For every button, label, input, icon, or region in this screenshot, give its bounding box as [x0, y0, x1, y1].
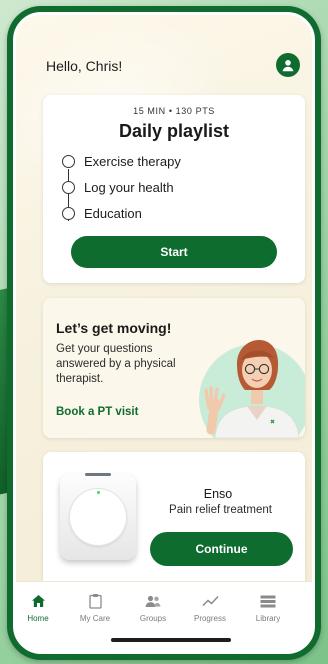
enso-name: Enso	[203, 487, 233, 501]
enso-device-image	[60, 473, 136, 560]
continue-button[interactable]: Continue	[150, 532, 293, 566]
device-status-led	[97, 491, 100, 494]
trend-icon	[201, 595, 219, 607]
tab-my-care[interactable]: My Care	[67, 592, 123, 623]
user-icon	[282, 60, 294, 72]
device-dial	[69, 488, 127, 546]
tab-label: Home	[27, 614, 49, 623]
book-pt-visit-link[interactable]: Book a PT visit	[56, 406, 138, 418]
task-label: Exercise therapy	[84, 154, 181, 169]
playlist-meta: 15 MIN • 130 PTS	[133, 106, 215, 116]
physical-therapist-illustration	[199, 340, 305, 438]
home-icon	[31, 595, 45, 607]
library-icon	[260, 595, 276, 607]
tab-progress[interactable]: Progress	[182, 592, 238, 623]
tab-label: My Care	[79, 614, 111, 623]
groups-icon	[145, 595, 161, 607]
playlist-title: Daily playlist	[118, 121, 230, 141]
checkbox-circle-icon	[62, 207, 75, 220]
task-item-exercise[interactable]: Exercise therapy	[62, 154, 181, 169]
tab-label: Library	[255, 614, 281, 623]
get-moving-card: Let’s get moving! Get your questions ans…	[43, 298, 305, 438]
tab-label: Progress	[193, 614, 226, 623]
get-moving-title: Let’s get moving!	[56, 320, 172, 336]
device-top-bar	[85, 473, 111, 476]
profile-avatar-button[interactable]	[276, 53, 300, 77]
clipboard-icon	[88, 594, 102, 609]
bottom-tab-bar: Home My Care Groups Progress Library	[16, 581, 312, 651]
tab-home[interactable]: Home	[16, 592, 66, 623]
start-button[interactable]: Start	[71, 236, 277, 268]
home-indicator	[111, 638, 231, 642]
enso-subtitle: Pain relief treatment	[169, 504, 272, 516]
greeting-text: Hello, Chris!	[46, 58, 123, 74]
tab-label: Groups	[139, 614, 167, 623]
checkbox-circle-icon	[62, 155, 75, 168]
task-item-education[interactable]: Education	[62, 206, 142, 221]
phone-frame: Hello, Chris! 15 MIN • 130 PTS Daily pla…	[7, 6, 321, 660]
get-moving-description: Get your questions answered by a physica…	[56, 343, 176, 385]
checkbox-circle-icon	[62, 181, 75, 194]
task-item-log-health[interactable]: Log your health	[62, 180, 174, 195]
daily-playlist-card: 15 MIN • 130 PTS Daily playlist Exercise…	[43, 95, 305, 283]
tab-library[interactable]: Library	[240, 592, 296, 623]
task-label: Education	[84, 206, 142, 221]
enso-device-card: Enso Pain relief treatment Continue	[43, 452, 305, 589]
app-screen: Hello, Chris! 15 MIN • 130 PTS Daily pla…	[13, 12, 315, 654]
task-label: Log your health	[84, 180, 174, 195]
tab-groups[interactable]: Groups	[125, 592, 181, 623]
